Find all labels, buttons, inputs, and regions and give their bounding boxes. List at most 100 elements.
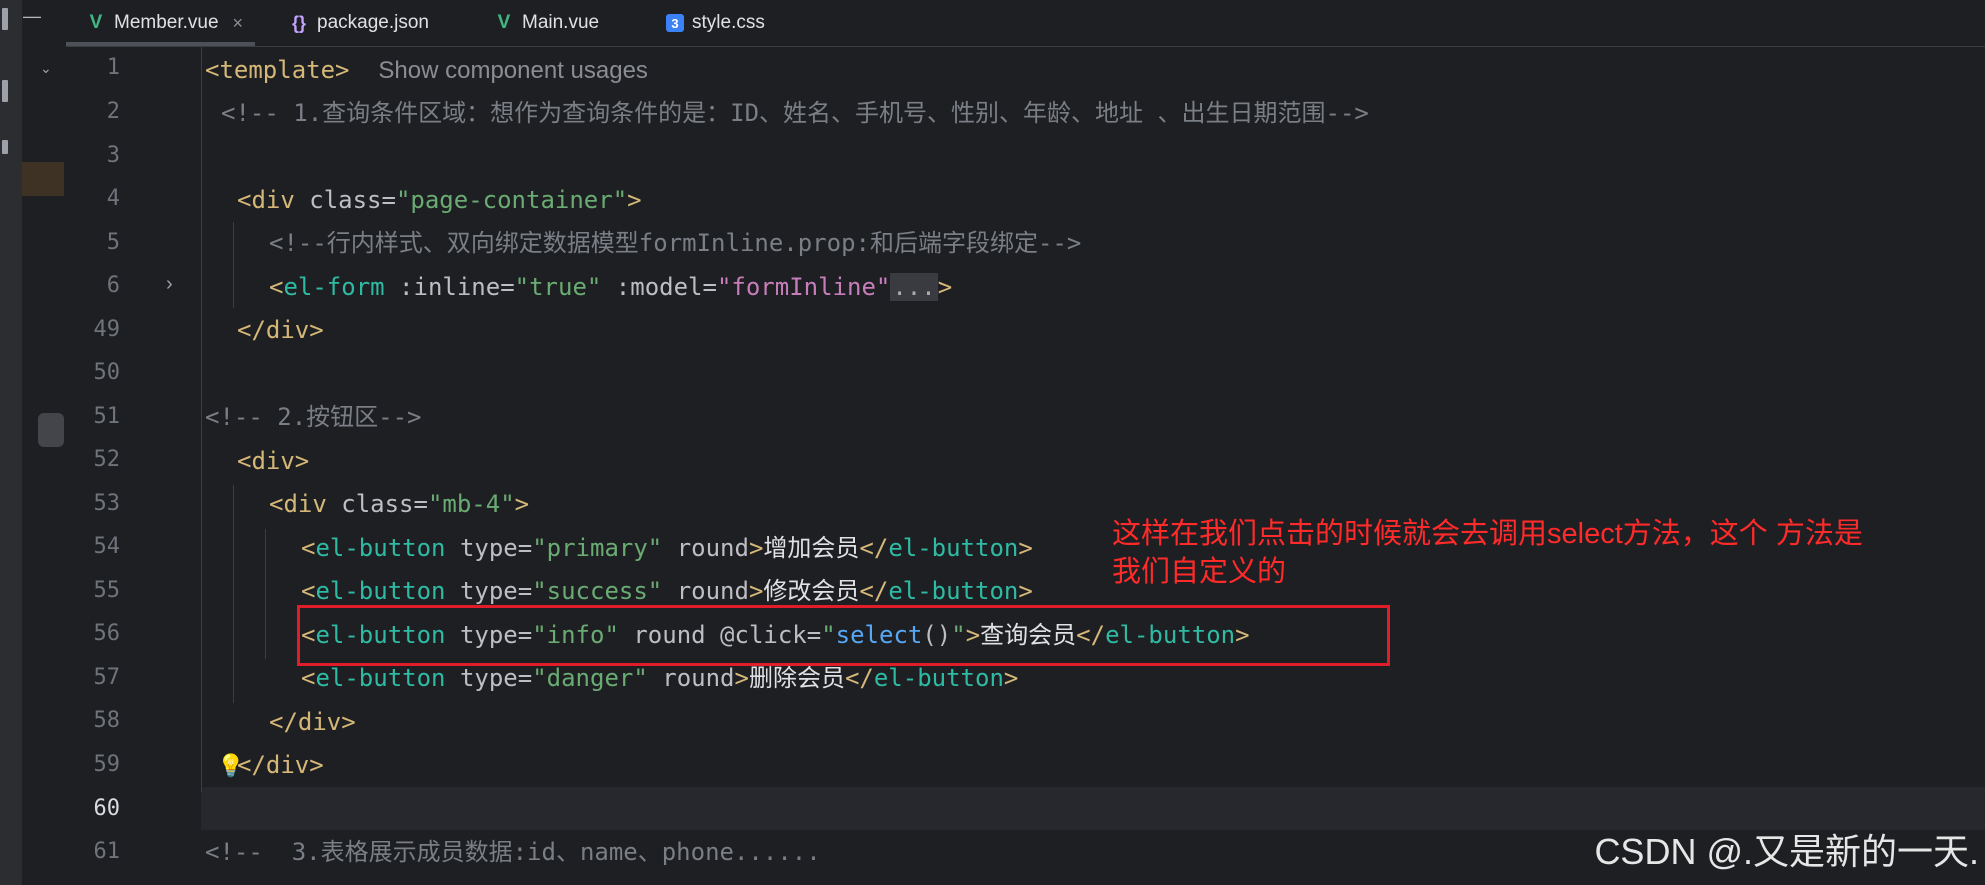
attr-value: "true" (514, 273, 602, 301)
line-number: 56 (93, 621, 121, 646)
indent-guide (265, 529, 266, 659)
tag-bracket: > (734, 664, 749, 692)
attr-value: "page-container" (395, 186, 628, 214)
line-number: 54 (93, 534, 121, 559)
tag-bracket: </ (844, 664, 874, 692)
line-number: 58 (93, 708, 121, 733)
line-number: 59 (93, 752, 121, 777)
chevron-right-icon[interactable]: › (166, 273, 173, 296)
vue-icon: V (89, 12, 103, 33)
element-name: el-button (315, 664, 446, 692)
line-number-current: 60 (93, 796, 121, 821)
tag-bracket: < (269, 273, 284, 301)
code-line-58[interactable]: </div> (269, 701, 356, 744)
element-name: el-form (283, 273, 385, 301)
project-tool-icon[interactable] (2, 8, 8, 30)
tag-bracket: < (301, 577, 316, 605)
element-name: el-button (888, 577, 1019, 605)
line-number: 2 (106, 99, 120, 124)
annotation-text: 这样在我们点击的时候就会去调用select方法，这个 方法是 我们自定义的 (1112, 515, 1985, 591)
element-name: el-button (315, 577, 446, 605)
attr-value: "primary" (532, 534, 663, 562)
code-line-49[interactable]: </div> (237, 309, 324, 352)
line-number: 55 (93, 578, 121, 603)
tag-bracket: </ (859, 534, 889, 562)
template-tag: <template> (205, 56, 350, 84)
line-number: 52 (93, 447, 121, 472)
attr-name: type= (445, 577, 533, 605)
tag-bracket: > (627, 186, 642, 214)
json-icon: {} (291, 12, 306, 33)
attr-value: "success" (532, 577, 663, 605)
attr-name: type= (445, 534, 533, 562)
line-number: 49 (93, 317, 121, 342)
editor-tab-bar: V Member.vue × {} package.json V Main.vu… (65, 0, 1985, 47)
tab-member-vue[interactable]: V Member.vue × (65, 0, 256, 46)
attr-name: round (647, 664, 735, 692)
line-number-gutter: 1 2 3 4 5 6 49 50 51 52 53 54 55 56 57 5… (66, 47, 201, 885)
code-line-54[interactable]: <el-button type="primary" round>增加会员</el… (301, 527, 1033, 570)
attr-value: "mb-4" (427, 490, 515, 518)
element-name: el-button (873, 664, 1004, 692)
tab-package-json[interactable]: {} package.json (289, 0, 429, 46)
line-number: 4 (106, 186, 120, 211)
tag-bracket: > (1018, 577, 1033, 605)
css-icon: 3 (666, 14, 684, 32)
line-number: 61 (93, 839, 121, 864)
indent-guide (233, 222, 234, 308)
selected-tool-indicator (22, 162, 64, 196)
code-line-6[interactable]: <el-form :inline="true" :model="formInli… (269, 266, 952, 309)
bookmark-tool-icon[interactable] (2, 140, 8, 154)
element-name: el-button (315, 534, 446, 562)
code-line-1[interactable]: <template> Show component usages (205, 49, 648, 92)
minimize-icon[interactable]: — (22, 6, 42, 26)
tab-label: Member.vue (114, 12, 219, 33)
line-number: 51 (93, 404, 121, 429)
code-line-5[interactable]: <!--行内样式、双向绑定数据模型formInline.prop:和后端字段绑定… (269, 222, 1081, 265)
element-name: el-button (888, 534, 1019, 562)
attr-name: :model= (601, 273, 717, 301)
code-line-53[interactable]: <div class="mb-4"> (269, 483, 529, 526)
annotation-line: 这样在我们点击的时候就会去调用select方法，这个 方法是 (1112, 518, 1863, 550)
tag-bracket: > (1018, 534, 1033, 562)
line-number: 5 (106, 230, 120, 255)
line-number: 1 (106, 55, 120, 80)
tag-bracket: > (748, 534, 764, 562)
structure-tool-icon[interactable] (2, 80, 8, 102)
tab-style-css[interactable]: 3 style.css (666, 0, 765, 46)
attr-value: "danger" (532, 664, 648, 692)
indent-guide (233, 485, 234, 703)
tab-label: package.json (317, 12, 429, 33)
vue-icon: V (497, 12, 511, 33)
attr-name: round (662, 577, 749, 605)
tab-label: style.css (692, 12, 765, 33)
tag-bracket: > (1003, 664, 1019, 692)
annotation-line: 我们自定义的 (1112, 556, 1287, 588)
tag-bracket: > (514, 490, 530, 518)
attr-name: class= (309, 186, 396, 214)
attr-name: type= (445, 664, 533, 692)
div-tag: <div (237, 186, 310, 214)
code-line-2[interactable]: <!-- 1.查询条件区域：想作为查询条件的是：ID、姓名、手机号、性别、年龄、… (221, 92, 1369, 135)
tab-label: Main.vue (522, 12, 600, 33)
code-line-59[interactable]: </div> (237, 744, 324, 787)
code-line-61[interactable]: <!-- 3.表格展示成员数据:id、name、phone...... (205, 831, 821, 874)
code-line-51[interactable]: <!-- 2.按钮区--> (205, 396, 422, 439)
code-line-4[interactable]: <div class="page-container"> (237, 179, 642, 222)
attr-name: class= (341, 490, 428, 518)
tag-bracket: < (301, 664, 316, 692)
close-icon[interactable]: × (233, 13, 244, 34)
scroll-marker[interactable] (38, 413, 64, 447)
chevron-down-icon[interactable]: ⌄ (40, 60, 56, 76)
folded-region[interactable]: ... (890, 273, 938, 301)
button-text: 删除会员 (748, 664, 845, 692)
component-usages-hint[interactable]: Show component usages (378, 57, 648, 84)
highlight-box (297, 605, 1390, 666)
tab-main-vue[interactable]: V Main.vue (494, 0, 599, 46)
line-number: 53 (93, 491, 121, 516)
button-text: 修改会员 (763, 577, 860, 605)
indent-guide (201, 47, 202, 792)
code-line-52[interactable]: <div> (237, 440, 309, 483)
tag-bracket: < (301, 534, 316, 562)
tag-bracket: > (748, 577, 764, 605)
